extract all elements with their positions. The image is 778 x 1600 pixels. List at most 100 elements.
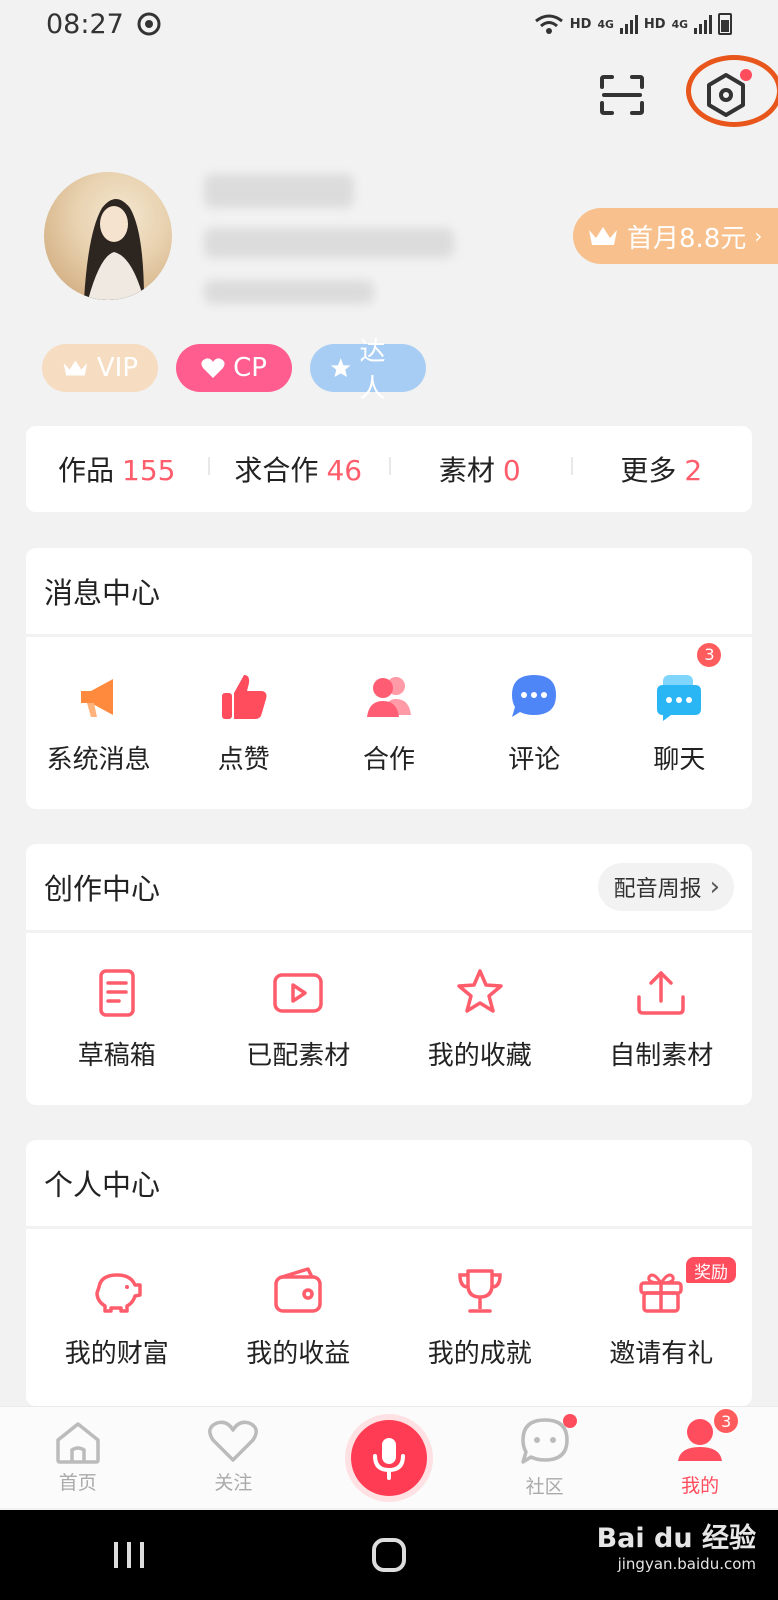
tab-community[interactable]: 社区 <box>467 1414 623 1499</box>
grid-item-collaboration[interactable]: 合作 <box>316 671 461 776</box>
stat-value: 0 <box>502 454 521 487</box>
star-icon <box>330 358 351 377</box>
grid-item-drafts[interactable]: 草稿箱 <box>26 967 208 1072</box>
network-gen-2: 4G <box>671 17 688 31</box>
tab-following[interactable]: 关注 <box>156 1420 312 1495</box>
user-id-blurred <box>204 280 374 304</box>
username-blurred <box>204 174 354 208</box>
chat-icon <box>657 674 702 721</box>
personal-center-header: 个人中心 <box>26 1140 752 1226</box>
stat-label: 求合作 <box>234 454 319 487</box>
grid-item-label: 草稿箱 <box>77 1040 156 1071</box>
tab-record[interactable] <box>311 1419 467 1496</box>
gift-icon <box>639 1273 683 1313</box>
stat-value: 46 <box>326 454 363 487</box>
network-type-2: HD <box>643 16 666 32</box>
badge-row: VIP CP 达人 <box>42 337 426 404</box>
unread-count-badge: 3 <box>712 1407 741 1435</box>
home-button-icon[interactable] <box>371 1537 407 1573</box>
tab-home[interactable]: 首页 <box>0 1420 156 1495</box>
stat-value: 155 <box>122 454 176 487</box>
stat-collab-requests[interactable]: 求合作 46 <box>207 449 390 489</box>
section-title: 消息中心 <box>44 576 161 610</box>
notification-dot <box>562 1414 577 1428</box>
top-actions <box>590 55 778 130</box>
tab-me[interactable]: 3 我的 <box>622 1407 778 1498</box>
grid-item-label: 自制素材 <box>609 1040 714 1071</box>
heart-icon <box>201 358 225 378</box>
stat-more[interactable]: 更多 2 <box>570 449 753 489</box>
star-icon <box>457 968 503 1013</box>
network-type-1: HD <box>569 16 592 32</box>
recent-apps-icon[interactable] <box>112 1540 146 1570</box>
grid-item-my-wealth[interactable]: 我的财富 <box>26 1265 208 1370</box>
tab-label: 社区 <box>525 1476 564 1498</box>
grid-item-label: 点赞 <box>217 744 270 775</box>
grid-item-my-earnings[interactable]: 我的收益 <box>208 1265 390 1370</box>
signal-icon <box>619 14 638 34</box>
people-icon <box>367 676 411 717</box>
grid-item-label: 评论 <box>508 744 561 775</box>
stat-works[interactable]: 作品 155 <box>26 449 208 489</box>
grid-item-label: 系统消息 <box>46 744 151 775</box>
vip-offer-label: 首月8.8元 <box>627 223 747 254</box>
grid-item-system-messages[interactable]: 系统消息 <box>26 671 171 776</box>
grid-item-comments[interactable]: 评论 <box>462 671 607 776</box>
grid-item-self-made-materials[interactable]: 自制素材 <box>571 967 753 1072</box>
weekly-report-label: 配音周报 <box>613 877 702 902</box>
wallet-icon <box>274 1267 322 1313</box>
grid-item-likes[interactable]: 点赞 <box>171 671 316 776</box>
bottom-tab-bar: 首页 关注 社区 3 我的 <box>0 1406 778 1508</box>
avatar[interactable] <box>44 172 172 300</box>
creation-center-grid: 草稿箱 已配素材 我的收藏 自制素材 <box>26 933 752 1105</box>
grid-item-my-favorites[interactable]: 我的收藏 <box>389 967 571 1072</box>
cp-badge-label: CP <box>233 353 267 383</box>
grid-item-chat[interactable]: 3 聊天 <box>607 640 752 776</box>
weekly-report-button[interactable]: 配音周报 › <box>597 863 734 911</box>
stat-label: 作品 <box>58 454 115 487</box>
tab-label: 首页 <box>58 1472 97 1494</box>
wifi-icon <box>534 14 563 34</box>
heart-icon <box>208 1420 259 1462</box>
settings-button[interactable] <box>686 55 778 127</box>
network-gen-1: 4G <box>597 17 614 31</box>
stats-card: 作品 155 求合作 46 素材 0 更多 2 <box>26 426 752 512</box>
grid-item-label: 我的财富 <box>64 1339 169 1369</box>
draft-icon <box>99 968 135 1017</box>
megaphone-icon <box>80 678 113 717</box>
message-center-grid: 系统消息 点赞 合作 评论 3 聊天 <box>26 637 752 809</box>
reward-tag: 奖励 <box>686 1257 736 1283</box>
vip-badge[interactable]: VIP <box>42 344 158 392</box>
trophy-icon <box>457 1269 502 1313</box>
unread-count-badge: 3 <box>695 640 724 669</box>
signal-icon <box>694 14 712 34</box>
sync-icon <box>137 12 161 36</box>
crown-icon <box>589 227 617 245</box>
piggy-bank-icon <box>95 1273 142 1313</box>
grid-item-label: 我的收益 <box>246 1339 351 1369</box>
grid-item-label: 已配素材 <box>246 1040 351 1071</box>
notification-dot <box>740 69 752 81</box>
thumbs-up-icon <box>221 674 267 719</box>
tab-label: 我的 <box>681 1475 720 1497</box>
section-title: 个人中心 <box>44 1168 161 1202</box>
grid-item-dubbed-materials[interactable]: 已配素材 <box>208 967 390 1072</box>
crown-icon <box>63 360 88 376</box>
expert-badge[interactable]: 达人 <box>310 337 426 404</box>
record-button[interactable] <box>350 1419 427 1496</box>
personal-center-grid: 我的财富 我的收益 我的成就 奖励 邀请有礼 <box>26 1229 752 1406</box>
vip-offer-button[interactable]: 首月8.8元 › <box>573 208 778 264</box>
status-bar: 08:27 HD 4G HD 4G <box>0 0 778 48</box>
highlight-ring <box>686 55 778 127</box>
upload-icon <box>637 970 685 1015</box>
video-icon <box>273 972 323 1013</box>
grid-item-invite-rewards[interactable]: 奖励 邀请有礼 <box>571 1257 753 1370</box>
watermark-brand: Bai du 经验 <box>596 1523 756 1554</box>
grid-item-my-achievements[interactable]: 我的成就 <box>389 1265 571 1370</box>
scan-button[interactable] <box>590 63 654 127</box>
tab-label: 关注 <box>214 1472 253 1494</box>
stat-materials[interactable]: 素材 0 <box>389 449 571 489</box>
cp-badge[interactable]: CP <box>176 344 292 392</box>
stat-value: 2 <box>684 454 703 487</box>
grid-item-label: 我的成就 <box>427 1339 532 1369</box>
